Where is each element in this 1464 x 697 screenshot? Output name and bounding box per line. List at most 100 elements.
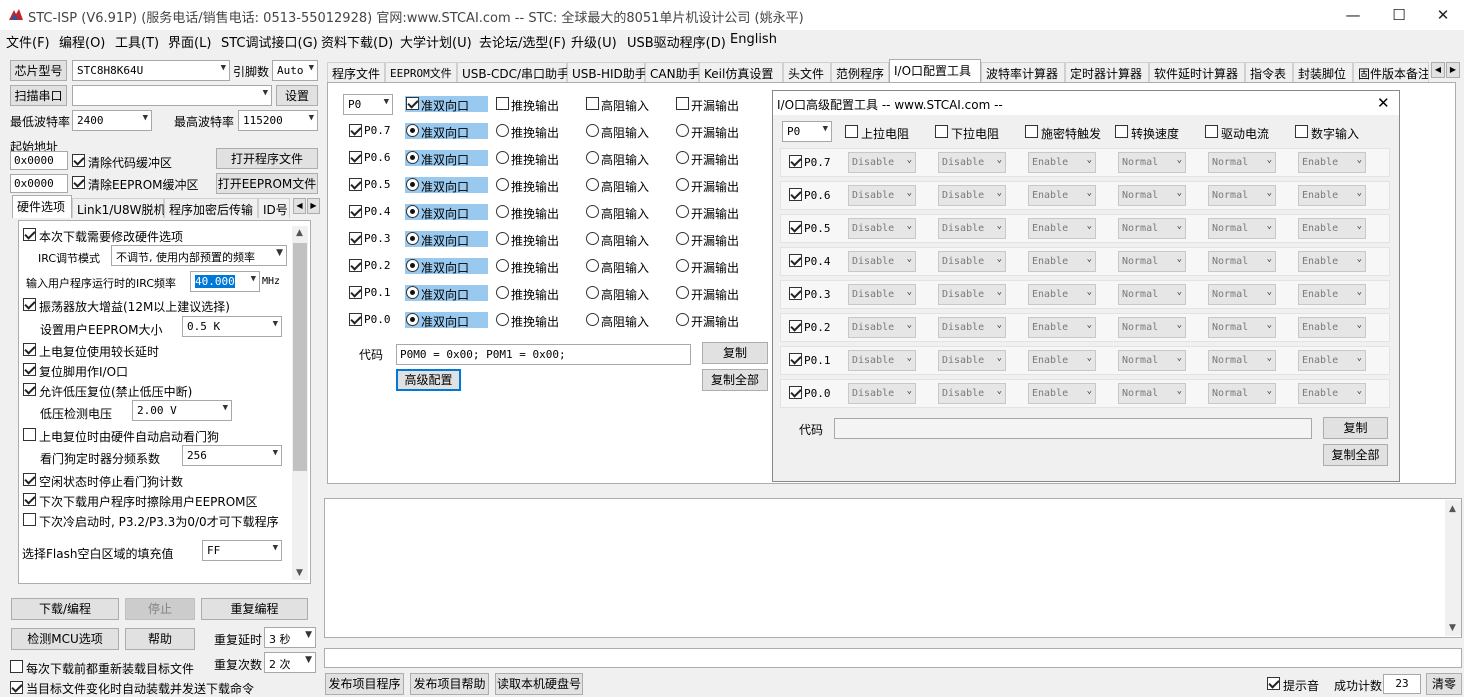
log-scrollbar[interactable]: ▲ ▼ — [1445, 500, 1461, 636]
menu-english[interactable]: English — [730, 32, 777, 47]
pin-enable-checkbox[interactable] — [349, 232, 362, 245]
tab-instruction-table[interactable]: 指令表 — [1245, 62, 1293, 82]
read-disk-id-button[interactable]: 读取本机硬盘号 — [495, 673, 583, 695]
clear-eeprom-checkbox[interactable] — [72, 176, 85, 189]
menu-debug[interactable]: STC调试接口(G) — [221, 32, 318, 51]
adv-option-select[interactable]: Normal ⌄ — [1208, 383, 1276, 404]
io-copy-all-button[interactable]: 复制全部 — [702, 369, 768, 391]
adv-pin-checkbox[interactable] — [789, 254, 802, 267]
adv-option-select[interactable]: Enable ⌄ — [1298, 185, 1366, 206]
pin-mode-radio[interactable] — [406, 259, 419, 272]
eeprom-size-select[interactable]: 0.5 K ▼ — [182, 316, 282, 337]
adv-option-select[interactable]: Disable ⌄ — [848, 383, 916, 404]
low-voltage-reset-checkbox[interactable] — [23, 383, 36, 396]
help-button[interactable]: 帮助 — [125, 628, 195, 650]
chevron-up-icon[interactable]: ▲ — [296, 228, 303, 238]
tab-baud-calculator[interactable]: 波特率计算器 — [981, 62, 1065, 82]
adv-option-select[interactable]: Disable ⌄ — [848, 218, 916, 239]
tab-examples[interactable]: 范例程序 — [831, 62, 889, 82]
settings-button[interactable]: 设置 — [276, 85, 318, 106]
pin-mode-radio[interactable] — [676, 151, 689, 164]
pin-mode-radio[interactable] — [496, 178, 509, 191]
repeat-delay-select[interactable]: 3 秒 ▼ — [264, 627, 316, 648]
advanced-config-button[interactable]: 高级配置 — [396, 369, 461, 391]
adv-option-select[interactable]: Normal ⌄ — [1118, 251, 1186, 272]
adv-copy-all-button[interactable]: 复制全部 — [1323, 444, 1388, 466]
adv-option-select[interactable]: Enable ⌄ — [1028, 218, 1096, 239]
tab-can[interactable]: CAN助手 — [645, 62, 700, 82]
menu-interface[interactable]: 界面(L) — [168, 32, 211, 51]
adv-option-select[interactable]: Normal ⌄ — [1118, 185, 1186, 206]
menu-datasheet[interactable]: 资料下载(D) — [321, 32, 393, 51]
tab-encrypted-download[interactable]: 程序加密后传输 — [164, 198, 258, 218]
repeat-program-button[interactable]: 重复编程 — [201, 598, 308, 620]
drive-current-header-checkbox[interactable] — [1205, 125, 1218, 138]
header-quasi-bidirectional-checkbox[interactable] — [406, 97, 419, 110]
tab-keil-debug[interactable]: Keil仿真设置 — [699, 62, 783, 82]
pin-mode-radio[interactable] — [406, 178, 419, 191]
io-copy-button[interactable]: 复制 — [702, 342, 768, 364]
long-reset-delay-checkbox[interactable] — [23, 343, 36, 356]
pin-mode-radio[interactable] — [676, 205, 689, 218]
publish-help-button[interactable]: 发布项目帮助 — [410, 673, 489, 695]
adv-option-select[interactable]: Enable ⌄ — [1298, 383, 1366, 404]
adv-option-select[interactable]: Normal ⌄ — [1118, 317, 1186, 338]
pin-enable-checkbox[interactable] — [349, 259, 362, 272]
pin-mode-radio[interactable] — [496, 286, 509, 299]
wdt-prescaler-select[interactable]: 256 ▼ — [182, 445, 282, 466]
cold-boot-download-checkbox[interactable] — [23, 513, 36, 526]
menu-university[interactable]: 大学计划(U) — [400, 32, 472, 51]
pin-mode-radio[interactable] — [586, 259, 599, 272]
open-program-file-button[interactable]: 打开程序文件 — [216, 148, 318, 169]
pin-mode-radio[interactable] — [676, 124, 689, 137]
header-open-drain-checkbox[interactable] — [676, 97, 689, 110]
adv-port-select[interactable]: P0 ▼ — [782, 121, 832, 142]
tab-id[interactable]: ID号 — [258, 198, 290, 218]
dialog-close-icon[interactable]: ✕ — [1377, 94, 1390, 112]
adv-option-select[interactable]: Disable ⌄ — [938, 218, 1006, 239]
adv-option-select[interactable]: Disable ⌄ — [938, 185, 1006, 206]
pin-mode-radio[interactable] — [586, 124, 599, 137]
adv-option-select[interactable]: Normal ⌄ — [1208, 284, 1276, 305]
adv-option-select[interactable]: Enable ⌄ — [1028, 251, 1096, 272]
adv-option-select[interactable]: Disable ⌄ — [938, 350, 1006, 371]
adv-option-select[interactable]: Enable ⌄ — [1298, 251, 1366, 272]
pin-mode-radio[interactable] — [586, 313, 599, 326]
pin-mode-radio[interactable] — [406, 232, 419, 245]
adv-option-select[interactable]: Normal ⌄ — [1208, 350, 1276, 371]
pin-mode-radio[interactable] — [496, 151, 509, 164]
adv-option-select[interactable]: Disable ⌄ — [938, 317, 1006, 338]
tab-firmware-notes[interactable]: 固件版本备注 — [1353, 62, 1429, 82]
pin-enable-checkbox[interactable] — [349, 151, 362, 164]
adv-copy-button[interactable]: 复制 — [1323, 417, 1388, 439]
tab-scroll-left-icon[interactable]: ◀ — [1431, 62, 1445, 78]
reload-before-download-checkbox[interactable] — [10, 660, 23, 673]
adv-option-select[interactable]: Enable ⌄ — [1028, 350, 1096, 371]
adv-option-select[interactable]: Normal ⌄ — [1208, 317, 1276, 338]
pin-mode-radio[interactable] — [496, 205, 509, 218]
adv-option-select[interactable]: Enable ⌄ — [1028, 284, 1096, 305]
pin-mode-radio[interactable] — [586, 178, 599, 191]
adv-option-select[interactable]: Disable ⌄ — [848, 185, 916, 206]
minimize-button[interactable]: — — [1330, 0, 1376, 30]
tab-usb-hid[interactable]: USB-HID助手 — [567, 62, 647, 82]
menu-tools[interactable]: 工具(T) — [115, 32, 159, 51]
check-mcu-button[interactable]: 检测MCU选项 — [11, 628, 119, 650]
pin-enable-checkbox[interactable] — [349, 286, 362, 299]
tab-link1-offline[interactable]: Link1/U8W脱机 — [72, 198, 166, 218]
auto-watchdog-checkbox[interactable] — [23, 428, 36, 441]
adv-option-select[interactable]: Normal ⌄ — [1208, 185, 1276, 206]
adv-option-select[interactable]: Disable ⌄ — [848, 317, 916, 338]
oscillator-gain-checkbox[interactable] — [23, 298, 36, 311]
adv-pin-checkbox[interactable] — [789, 188, 802, 201]
idle-stop-watchdog-checkbox[interactable] — [23, 473, 36, 486]
adv-pin-checkbox[interactable] — [789, 221, 802, 234]
tab-header-file[interactable]: 头文件 — [783, 62, 831, 82]
download-program-button[interactable]: 下载/编程 — [11, 598, 119, 620]
sound-checkbox[interactable] — [1267, 677, 1280, 690]
tab-scroll-right-icon[interactable]: ▶ — [307, 198, 320, 214]
modify-hw-options-checkbox[interactable] — [23, 228, 36, 241]
repeat-count-select[interactable]: 2 次 ▼ — [264, 652, 316, 673]
tab-program-file[interactable]: 程序文件 — [327, 62, 385, 82]
irc-mode-select[interactable]: 不调节, 使用内部预置的频率 ▼ — [111, 245, 287, 266]
